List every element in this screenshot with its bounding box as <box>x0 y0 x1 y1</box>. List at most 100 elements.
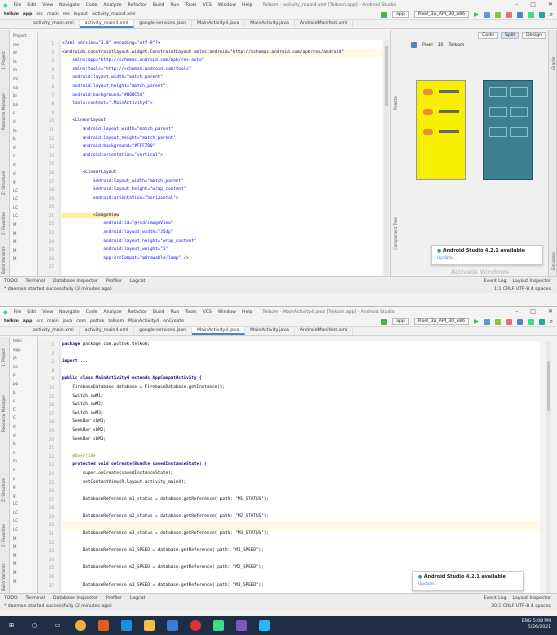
menu-vcs[interactable]: VCS <box>203 310 212 315</box>
update-link[interactable]: Update... <box>437 256 537 261</box>
terminal-tool-button[interactable]: Terminal <box>26 596 45 601</box>
breadcrumb-item[interactable]: main <box>47 12 58 17</box>
menu-window[interactable]: Window <box>218 3 236 8</box>
component-tree-tool-tab[interactable]: Component Tree <box>393 217 398 250</box>
build-variants-tool-tab[interactable]: Build Variants <box>1 246 6 274</box>
hammer-icon[interactable] <box>381 11 388 18</box>
palette-tool-tab[interactable]: Palette <box>393 96 398 110</box>
tree-node[interactable]: LC <box>10 187 37 196</box>
menu-refactor[interactable]: Refactor <box>128 3 147 8</box>
app-orange-icon[interactable] <box>98 620 109 631</box>
tree-node[interactable]: M <box>10 543 37 552</box>
avd-manager-icon[interactable] <box>527 11 534 18</box>
sdk-manager-icon[interactable] <box>538 11 545 18</box>
tree-node[interactable]: LC <box>10 526 37 535</box>
tree-node[interactable]: b <box>10 440 37 449</box>
tab-activity-main4-xml[interactable]: activity_main4.xml <box>79 20 135 28</box>
tree-node[interactable]: M <box>10 238 37 247</box>
tab-activity-main-xml[interactable]: activity_main.xml <box>28 20 80 28</box>
breadcrumb-item[interactable]: app <box>23 12 33 17</box>
menu-tools[interactable]: Tools <box>185 310 196 315</box>
tree-node[interactable]: bi <box>10 92 37 101</box>
xml-code-editor[interactable]: <?xml version="1.0" encoding="utf-8"?> <… <box>62 40 382 276</box>
tree-node[interactable]: b <box>10 135 37 144</box>
tree-node[interactable]: co <box>10 363 37 372</box>
debug-icon[interactable] <box>483 318 490 325</box>
editor-scrollbar[interactable] <box>546 341 551 593</box>
tree-node[interactable]: M <box>10 247 37 256</box>
tree-node[interactable]: v <box>10 475 37 484</box>
cursor-position[interactable]: 1:1 CRLF UTF-8 4 spaces <box>494 287 551 292</box>
breadcrumb-item[interactable]: res <box>63 12 70 17</box>
tree-node[interactable]: la <box>10 58 37 67</box>
tree-node[interactable]: g <box>10 178 37 187</box>
project-tool-tab[interactable]: 1: Project <box>1 348 6 367</box>
menu-build[interactable]: Build <box>153 310 165 315</box>
tree-node[interactable]: dr <box>10 49 37 58</box>
tree-node[interactable]: ja <box>10 354 37 363</box>
sync-icon[interactable] <box>516 11 523 18</box>
tree-node[interactable]: app <box>10 346 37 355</box>
menu-help[interactable]: Help <box>242 3 252 8</box>
tab-androidmanifest-xml[interactable]: AndroidManifest.xml <box>295 327 354 335</box>
favorites-tool-tab[interactable]: 2: Favorites <box>1 212 6 235</box>
tree-node[interactable]: c <box>10 397 37 406</box>
stop-icon[interactable] <box>505 318 512 325</box>
split-view-button[interactable]: Split <box>500 32 520 39</box>
tree-node[interactable]: LC <box>10 509 37 518</box>
theme-select[interactable]: Telkom <box>448 43 464 48</box>
file-explorer-icon[interactable] <box>144 620 155 631</box>
tree-node[interactable]: C <box>10 414 37 423</box>
run-icon[interactable]: ▶ <box>474 11 479 18</box>
tree-node[interactable]: LC <box>10 212 37 221</box>
java-code-editor[interactable]: package package com.poltek.telkom; impor… <box>62 341 540 593</box>
tree-node[interactable]: la <box>10 127 37 136</box>
todo-tool-button[interactable]: TODO <box>4 596 18 601</box>
close-icon[interactable]: ✕ <box>548 1 553 8</box>
resource-manager-tool-tab[interactable]: Resource Manager <box>1 395 6 432</box>
tree-node[interactable]: g <box>10 492 37 501</box>
breadcrumb-item[interactable]: poltek <box>90 319 104 324</box>
sdk-manager-icon[interactable] <box>538 318 545 325</box>
stop-icon[interactable] <box>505 11 512 18</box>
database-inspector-tool-button[interactable]: Database Inspector <box>53 596 98 601</box>
logcat-tool-button[interactable]: Logcat <box>130 279 145 284</box>
profiler-tool-button[interactable]: Profiler <box>106 596 122 601</box>
menu-edit[interactable]: Edit <box>27 3 36 8</box>
design-view-button[interactable]: Design <box>522 32 546 39</box>
app-red-icon[interactable] <box>190 620 201 631</box>
database-inspector-tool-button[interactable]: Database Inspector <box>53 279 98 284</box>
tree-node[interactable]: M <box>10 569 37 578</box>
tree-node[interactable]: M <box>10 552 37 561</box>
tab-mainactivity4-java[interactable]: MainActivity4.java <box>192 327 246 335</box>
profiler-tool-button[interactable]: Profiler <box>106 279 122 284</box>
tree-node[interactable]: d <box>10 144 37 153</box>
close-icon[interactable]: ✕ <box>548 308 553 315</box>
minimize-icon[interactable]: – <box>515 1 518 8</box>
breadcrumb-item[interactable]: main <box>47 319 58 324</box>
avd-manager-icon[interactable] <box>527 318 534 325</box>
menu-tools[interactable]: Tools <box>185 3 196 8</box>
tree-node[interactable]: M <box>10 221 37 230</box>
language-indicator[interactable]: ENG <box>522 619 532 624</box>
layout-inspector-button[interactable]: Layout Inspector <box>512 279 551 284</box>
tree-node[interactable]: c <box>10 109 37 118</box>
update-notification[interactable]: ● Android Studio 4.2.1 available Update.… <box>431 245 543 265</box>
tree-node[interactable]: M <box>10 535 37 544</box>
menu-window[interactable]: Window <box>218 310 236 315</box>
api-level-select[interactable]: 30 <box>438 43 444 48</box>
menu-navigate[interactable]: Navigate <box>59 310 80 315</box>
tree-node[interactable]: d <box>10 170 37 179</box>
breadcrumb-item[interactable]: MainActivity4 <box>128 319 159 324</box>
maximize-icon[interactable]: □ <box>530 1 536 8</box>
tree-node[interactable]: va <box>10 84 37 93</box>
menu-analyze[interactable]: Analyze <box>104 3 122 8</box>
scrollbar-thumb[interactable] <box>547 361 550 411</box>
tree-node[interactable]: M <box>10 560 37 569</box>
date[interactable]: 5/26/2021 <box>528 625 551 630</box>
todo-tool-button[interactable]: TODO <box>4 279 18 284</box>
tree-node[interactable]: Project <box>10 32 37 41</box>
update-notification[interactable]: ● Android Studio 4.2.1 available Update.… <box>412 571 524 591</box>
tree-node[interactable]: d <box>10 118 37 127</box>
tab-google-services-json[interactable]: google-services.json <box>134 327 193 335</box>
